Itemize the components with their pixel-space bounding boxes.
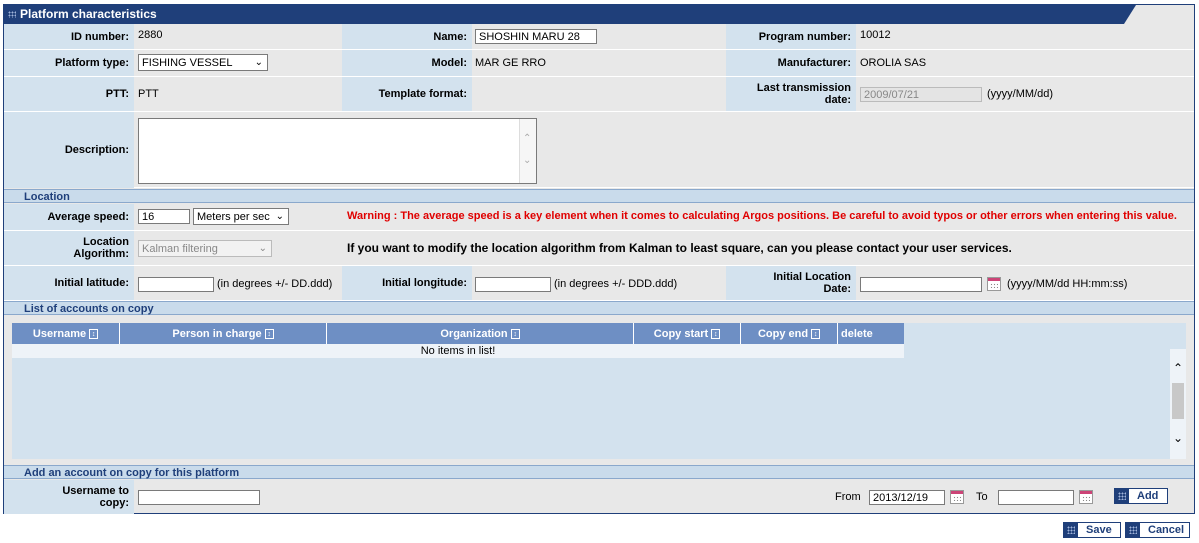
chevron-down-icon: ⌄ — [258, 243, 267, 254]
algorithm-note: If you want to modify the location algor… — [347, 241, 1012, 255]
description-textarea[interactable]: ⌃ ⌄ — [138, 118, 537, 184]
row-location-algorithm: Location Algorithm: Kalman filtering ⌄ If … — [4, 231, 1194, 266]
label-initial-latitude: Initial latitude: — [4, 266, 134, 300]
chevron-up-icon: ⌃ — [523, 133, 532, 144]
accounts-list: Username ↕ Person in charge ↕ Organization… — [12, 323, 1186, 459]
calendar-icon[interactable] — [1079, 490, 1093, 504]
sort-icon[interactable]: ↕ — [811, 328, 821, 339]
row-platform-type: Platform type: FISHING VESSEL ⌄ Model: MA… — [4, 50, 1194, 77]
column-person-in-charge[interactable]: Person in charge ↕ — [120, 323, 327, 344]
column-organization[interactable]: Organization ↕ — [327, 323, 634, 344]
value-program-number: 10012 — [860, 29, 891, 41]
label-template-format: Template format: — [342, 77, 472, 111]
label-platform-type: Platform type: — [4, 50, 134, 76]
chevron-down-icon: ⌄ — [523, 155, 532, 166]
row-add-account: Username tocopy: From To Add — [4, 480, 1194, 514]
longitude-hint: (in degrees +/- DDD.ddd) — [554, 278, 678, 290]
calendar-icon[interactable] — [950, 490, 964, 504]
initial-longitude-input[interactable] — [475, 277, 551, 292]
to-label: To — [976, 491, 988, 503]
section-location: Location — [4, 189, 1194, 203]
platform-characteristics-panel: Platform characteristics ID number: 2880… — [3, 4, 1195, 514]
sort-icon[interactable]: ↕ — [711, 328, 721, 339]
from-date-input[interactable] — [869, 490, 945, 505]
label-initial-location-date: Initial Location Date: — [726, 266, 856, 300]
label-username-to-copy: Username to copy: — [4, 480, 134, 514]
to-date-input[interactable] — [998, 490, 1074, 505]
speed-warning: Warning : The average speed is a key ele… — [347, 210, 1177, 222]
sort-icon[interactable]: ↕ — [510, 328, 520, 339]
scrollbar-thumb[interactable] — [1172, 383, 1184, 419]
calendar-icon[interactable] — [987, 277, 1001, 291]
username-to-copy-input[interactable] — [138, 490, 260, 505]
label-program-number: Program number: — [726, 24, 856, 49]
column-username[interactable]: Username ↕ — [12, 323, 120, 344]
location-algorithm-select: Kalman filtering ⌄ — [138, 240, 272, 257]
chevron-down-icon: ⌄ — [275, 211, 284, 222]
save-button[interactable]: Save — [1063, 522, 1121, 538]
label-description: Description: — [4, 112, 134, 188]
from-label: From — [835, 491, 861, 503]
chevron-down-icon[interactable]: ⌄ — [1173, 431, 1183, 445]
sort-icon[interactable]: ↕ — [264, 328, 274, 339]
chevron-up-icon[interactable]: ⌃ — [1173, 361, 1183, 375]
row-average-speed: Average speed: Meters per sec⌄ Warning :… — [4, 204, 1194, 231]
label-name: Name: — [342, 24, 472, 49]
initial-latitude-input[interactable] — [138, 277, 214, 292]
latitude-hint: (in degrees +/- DD.ddd) — [217, 278, 333, 290]
label-manufacturer: Manufacturer: — [726, 50, 856, 76]
accounts-scrollbar[interactable]: ⌃ ⌄ — [1170, 349, 1186, 459]
row-ptt: PTT: PTT Template format: Last transmiss… — [4, 77, 1194, 112]
row-identity: ID number: 2880 Name: Program number: 10… — [4, 24, 1194, 50]
chevron-down-icon: ⌄ — [254, 57, 263, 68]
row-description: Description: ⌃ ⌄ — [4, 112, 1194, 188]
grid-icon — [1126, 523, 1140, 537]
speed-unit-select[interactable]: Meters per sec ⌄ — [193, 208, 289, 225]
grid-icon — [1115, 489, 1129, 503]
label-model: Model: — [342, 50, 472, 76]
label-average-speed: Average speed: — [4, 204, 134, 230]
location-date-hint: (yyyy/MM/dd HH:mm:ss) — [1007, 278, 1128, 290]
sort-icon[interactable]: ↕ — [89, 328, 99, 339]
name-input[interactable] — [475, 29, 597, 44]
description-scrollbar[interactable]: ⌃ ⌄ — [519, 119, 536, 183]
column-copy-end[interactable]: Copy end ↕ — [741, 323, 838, 344]
platform-type-select[interactable]: FISHING VESSEL ⌄ — [138, 54, 268, 71]
label-location-algorithm: Location Algorithm: — [4, 231, 134, 265]
section-add-account: Add an account on copy for this platform — [4, 465, 1194, 479]
grip-icon — [8, 11, 16, 18]
value-model: MAR GE RRO — [475, 57, 546, 69]
value-id-number: 2880 — [138, 29, 163, 41]
cancel-button[interactable]: Cancel — [1125, 522, 1190, 538]
column-copy-start[interactable]: Copy start ↕ — [634, 323, 741, 344]
label-last-transmission: Last transmission date: — [726, 77, 856, 111]
value-manufacturer: OROLIA SAS — [860, 57, 927, 69]
add-button[interactable]: Add — [1114, 488, 1168, 504]
average-speed-input[interactable] — [138, 209, 190, 224]
initial-location-date-input[interactable] — [860, 277, 982, 292]
value-ptt: PTT — [138, 88, 159, 100]
label-ptt: PTT: — [4, 77, 134, 111]
label-initial-longitude: Initial longitude: — [342, 266, 472, 300]
row-initial-position: Initial latitude: (in degrees +/- DD.ddd… — [4, 266, 1194, 301]
last-transmission-date-input — [860, 87, 982, 102]
grid-icon — [1064, 523, 1078, 537]
empty-list-message: No items in list! — [12, 344, 904, 358]
label-id-number: ID number: — [4, 24, 134, 49]
section-accounts-on-copy: List of accounts on copy — [4, 301, 1194, 315]
last-transmission-hint: (yyyy/MM/dd) — [987, 88, 1053, 100]
column-delete: delete — [838, 323, 904, 344]
panel-title: Platform characteristics — [4, 5, 1136, 24]
